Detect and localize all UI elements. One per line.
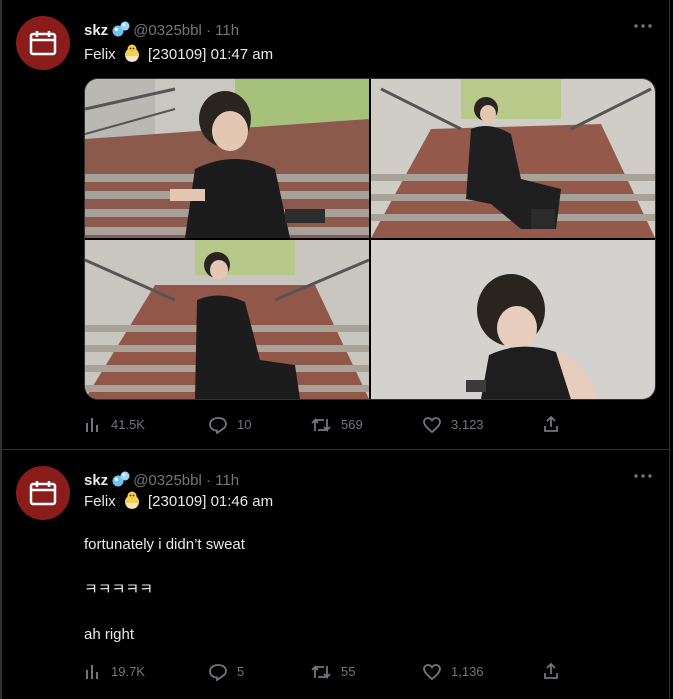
share-button[interactable]	[542, 662, 569, 680]
reply-icon	[209, 664, 227, 681]
tweet-text-line-4: ah right	[84, 626, 135, 643]
tweet-text-line-2: fortunately i didn’t sweat	[84, 536, 245, 553]
reply-button[interactable]: 5	[208, 662, 244, 682]
timestamp[interactable]: 11h	[215, 22, 239, 39]
share-icon	[544, 415, 558, 432]
more-icon	[634, 24, 652, 28]
views-button[interactable]: 41.5K	[84, 415, 145, 435]
like-count: 1,136	[451, 664, 484, 679]
author-handle[interactable]: @0325bbl	[133, 22, 202, 39]
tweet-text-end: [230109] 01:46 am	[148, 493, 274, 510]
photo-4[interactable]	[371, 240, 655, 399]
retweet-button[interactable]: 569	[310, 415, 363, 435]
retweet-count: 55	[341, 664, 356, 679]
more-button[interactable]	[630, 466, 656, 486]
views-count: 19.7K	[111, 664, 145, 679]
separator-dot: ·	[201, 22, 216, 39]
tweet-text-start: Felix	[84, 46, 116, 63]
like-button[interactable]: 3,123	[422, 415, 484, 435]
retweet-icon	[311, 664, 331, 680]
like-button[interactable]: 1,136	[422, 662, 484, 682]
calendar-icon	[29, 31, 57, 56]
reply-icon	[209, 417, 227, 434]
like-icon	[423, 417, 441, 434]
action-bar: 41.5K 10 569 3,123	[84, 415, 564, 435]
timestamp[interactable]: 11h	[215, 472, 239, 489]
action-bar: 19.7K 5 55 1,136	[84, 662, 564, 682]
media-grid[interactable]	[84, 78, 656, 400]
chick-icon	[124, 491, 139, 509]
separator-dot: ·	[201, 472, 216, 489]
tweet-text-line-3: ㅋㅋㅋㅋㅋ	[84, 581, 154, 598]
more-icon	[634, 474, 652, 478]
tweet-header: skz @0325bbl · 11h	[84, 20, 239, 40]
like-icon	[423, 664, 441, 681]
more-button[interactable]	[630, 16, 656, 36]
tweet-header: skz @0325bbl · 11h	[84, 470, 239, 490]
retweet-icon	[311, 417, 331, 433]
photo-2[interactable]	[371, 79, 655, 238]
tweet-1[interactable]: skz @0325bbl · 11h Felix [230109] 01:47 …	[2, 0, 669, 450]
author-name[interactable]: skz	[84, 472, 108, 489]
photo-1[interactable]	[85, 79, 369, 238]
reply-button[interactable]: 10	[208, 415, 251, 435]
tweet-text-end: [230109] 01:47 am	[148, 46, 274, 63]
author-handle[interactable]: @0325bbl	[133, 472, 202, 489]
tweet-text: Felix [230109] 01:46 am	[84, 490, 273, 512]
author-name[interactable]: skz	[84, 22, 108, 39]
avatar[interactable]	[16, 16, 70, 70]
tweet-text-start: Felix	[84, 493, 116, 510]
like-count: 3,123	[451, 417, 484, 432]
share-button[interactable]	[542, 415, 569, 433]
views-count: 41.5K	[111, 417, 145, 432]
retweet-count: 569	[341, 417, 363, 432]
bubbles-icon	[112, 471, 130, 487]
bubbles-icon	[112, 21, 130, 37]
calendar-icon	[29, 481, 57, 506]
views-button[interactable]: 19.7K	[84, 662, 145, 682]
avatar[interactable]	[16, 466, 70, 520]
views-icon	[86, 418, 98, 432]
chick-icon	[124, 44, 139, 62]
reply-count: 5	[237, 664, 245, 679]
tweet-text: Felix [230109] 01:47 am	[84, 43, 273, 65]
views-icon	[86, 665, 98, 679]
photo-3[interactable]	[85, 240, 369, 399]
timeline-border-right	[669, 0, 670, 699]
retweet-button[interactable]: 55	[310, 662, 355, 682]
share-icon	[544, 662, 558, 679]
tweet-2[interactable]: skz @0325bbl · 11h Felix [230109] 01:46 …	[2, 450, 669, 699]
reply-count: 10	[237, 417, 252, 432]
